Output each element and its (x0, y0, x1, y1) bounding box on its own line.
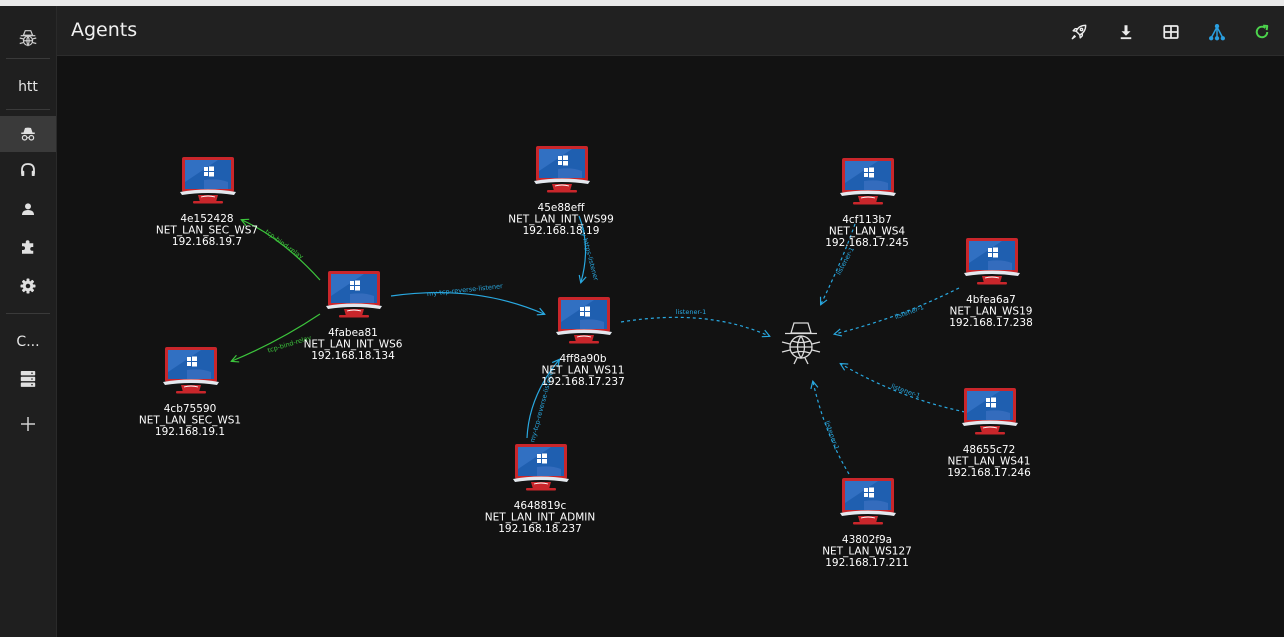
headphones-icon (21, 163, 35, 176)
refresh-icon (1255, 24, 1269, 39)
sidebar-item-agents[interactable] (0, 116, 56, 152)
graph-view-button[interactable] (1204, 19, 1230, 45)
windows-agent-icon (534, 146, 590, 193)
graph-edge[interactable] (835, 287, 960, 334)
agent-ip: 192.168.18.237 (498, 523, 582, 535)
agent-name: NET_LAN_SEC_WS1 (139, 415, 241, 427)
agent-id: 4ff8a90b (559, 353, 606, 365)
edge-label: listener-1 (894, 303, 925, 321)
sidebar-item-servers[interactable] (0, 361, 56, 397)
sidebar: htt C... (0, 6, 57, 637)
page-title: Agents (71, 19, 138, 41)
logo-icon[interactable] (0, 20, 56, 56)
windows-agent-icon (326, 271, 382, 318)
c2-server-icon[interactable] (781, 322, 821, 365)
agent-ip: 192.168.17.245 (825, 237, 909, 249)
header: Agents (57, 6, 1284, 56)
agent-name: NET_LAN_WS41 (948, 456, 1031, 468)
agent-id: 4cb75590 (164, 403, 217, 415)
agent-id: 4648819c (514, 500, 567, 512)
windows-agent-icon (556, 297, 612, 344)
agent-name: NET_LAN_INT_WS99 (508, 214, 614, 226)
graph-edge[interactable] (620, 316, 769, 336)
sidebar-divider (6, 109, 50, 110)
user-icon (22, 203, 34, 215)
windows-agent-icon (163, 347, 219, 394)
agent-ip: 192.168.17.237 (541, 376, 625, 388)
agent-ip: 192.168.19.7 (172, 236, 242, 248)
agent-id: 4cf113b7 (842, 214, 892, 226)
agents-graph: tcp-bind-relaytcp-bind-relaymy-tcp-rever… (139, 146, 1033, 569)
agent-name: NET_LAN_WS19 (950, 306, 1033, 318)
agent-ip: 192.168.18.19 (523, 225, 600, 237)
agent-ip: 192.168.17.238 (949, 317, 1033, 329)
edge-label: listener-1 (835, 246, 856, 277)
agent-id: 43802f9a (842, 534, 892, 546)
rocket-icon (1071, 24, 1087, 40)
sidebar-divider (6, 313, 50, 314)
spy-icon (21, 127, 35, 141)
agent-name: NET_LAN_WS4 (829, 226, 906, 238)
edge-label: my-tcp-reverse-listener (427, 282, 504, 298)
agent-ip: 192.168.18.134 (311, 350, 395, 362)
table-view-button[interactable] (1158, 19, 1184, 45)
rocket-button[interactable] (1066, 19, 1092, 45)
windows-agent-icon (840, 158, 896, 205)
agent-id: 45e88eff (538, 202, 586, 214)
sidebar-item-plugins[interactable] (0, 229, 56, 265)
agent-id: 48655c72 (963, 444, 1016, 456)
agent-name: NET_LAN_INT_ADMIN (485, 512, 595, 524)
sidebar-item-htt-label: htt (18, 79, 38, 95)
windows-agent-icon (180, 157, 236, 204)
windows-agent-icon (964, 238, 1020, 285)
sidebar-item-c-label: C... (16, 334, 40, 350)
graph-icon (1209, 24, 1225, 41)
server-icon (20, 371, 36, 387)
download-icon (1120, 25, 1132, 40)
edge-label: listener-1 (676, 308, 706, 316)
graph-canvas[interactable]: tcp-bind-relay tcp-bind-relay my-tcp-rever… (57, 56, 1284, 637)
gear-icon (20, 278, 36, 294)
agent-id: 4e152428 (180, 213, 233, 225)
agent-ip: 192.168.19.1 (155, 426, 225, 438)
sidebar-item-users[interactable] (0, 191, 56, 227)
agent-name: NET_LAN_WS11 (542, 365, 625, 377)
plus-icon (21, 417, 35, 431)
agent-ip: 192.168.17.246 (947, 467, 1031, 479)
sidebar-item-add[interactable] (0, 406, 56, 442)
edge-label: listener-1 (823, 420, 841, 451)
agent-ip: 192.168.17.211 (825, 557, 909, 569)
sidebar-divider (6, 58, 50, 59)
sidebar-item-htt[interactable]: htt (0, 69, 56, 105)
sidebar-item-c[interactable]: C... (0, 324, 56, 360)
agent-name: NET_LAN_INT_WS6 (304, 339, 403, 351)
edge-label: tcp-bind-relay (264, 228, 305, 261)
agent-id: 4bfea6a7 (966, 294, 1016, 306)
edge-label: listener-1 (890, 382, 921, 400)
refresh-button[interactable] (1249, 19, 1275, 45)
windows-agent-icon (513, 444, 569, 491)
agent-name: NET_LAN_SEC_WS7 (156, 225, 258, 237)
windows-agent-icon (962, 388, 1018, 435)
sidebar-item-listeners[interactable] (0, 152, 56, 188)
agent-name: NET_LAN_WS127 (822, 546, 912, 558)
puzzle-icon (22, 240, 34, 254)
graph-edge[interactable] (390, 291, 544, 314)
table-icon (1163, 25, 1179, 39)
sidebar-item-settings[interactable] (0, 268, 56, 304)
windows-agent-icon (840, 478, 896, 525)
download-button[interactable] (1113, 19, 1139, 45)
agent-id: 4fabea81 (328, 327, 378, 339)
